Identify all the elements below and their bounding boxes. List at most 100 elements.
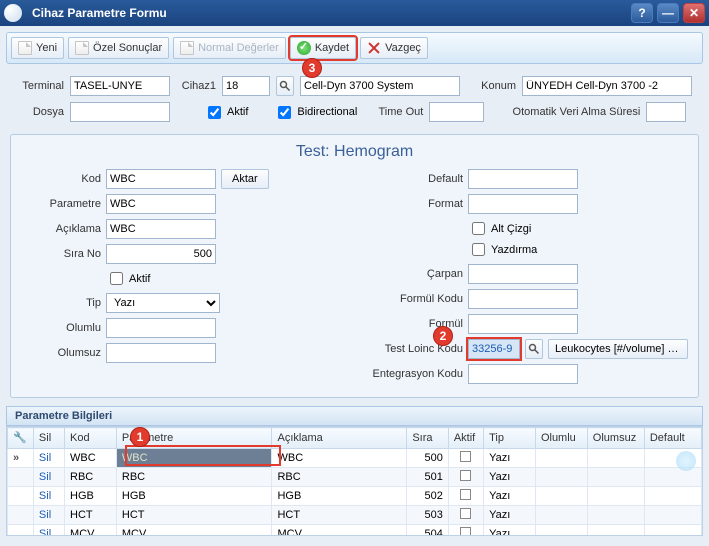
cell-kod[interactable]: RBC <box>65 468 117 487</box>
cell-kod[interactable]: HGB <box>65 487 117 506</box>
cell-default[interactable] <box>644 525 701 537</box>
vazgec-button[interactable]: Vazgeç <box>360 37 428 59</box>
bidirectional-checkbox[interactable]: Bidirectional <box>274 103 357 122</box>
cell-sil[interactable]: Sil <box>33 506 64 525</box>
cell-aktif[interactable] <box>448 487 483 506</box>
cell-tip[interactable]: Yazı <box>484 487 536 506</box>
cell-aciklama[interactable]: RBC <box>272 468 407 487</box>
entegrasyon-input[interactable] <box>468 364 578 384</box>
otomatik-input[interactable] <box>646 102 686 122</box>
cell-olumlu[interactable] <box>535 525 587 537</box>
close-button[interactable]: ✕ <box>683 3 705 23</box>
col-sil[interactable]: Sil <box>33 428 64 449</box>
olumsuz-input[interactable] <box>106 343 216 363</box>
cell-tip[interactable]: Yazı <box>484 449 536 468</box>
cell-kod[interactable]: HCT <box>65 506 117 525</box>
cell-sira[interactable]: 504 <box>407 525 448 537</box>
terminal-input[interactable] <box>70 76 170 96</box>
cell-olumlu[interactable] <box>535 449 587 468</box>
cell-param[interactable]: HGB <box>116 487 272 506</box>
kaydet-button[interactable]: Kaydet <box>290 37 356 59</box>
cell-olumsuz[interactable] <box>587 487 644 506</box>
cell-tip[interactable]: Yazı <box>484 525 536 537</box>
cell-aktif[interactable] <box>448 468 483 487</box>
parametre-grid[interactable]: 🔧 Sil Kod Parametre Açıklama Sıra Aktif … <box>6 426 703 536</box>
cell-aktif[interactable] <box>448 525 483 537</box>
table-row[interactable]: »SilWBCWBCWBC500Yazı <box>8 449 702 468</box>
altcizgi-checkbox[interactable]: Alt Çizgi <box>468 219 537 238</box>
ozel-sonuclar-button[interactable]: Özel Sonuçlar <box>68 37 169 59</box>
cell-olumsuz[interactable] <box>587 468 644 487</box>
col-sira[interactable]: Sıra <box>407 428 448 449</box>
cell-param[interactable]: WBC <box>116 449 272 468</box>
panel-aktif-checkbox[interactable]: Aktif <box>106 269 150 288</box>
col-tip[interactable]: Tip <box>484 428 536 449</box>
minimize-button[interactable]: — <box>657 3 679 23</box>
col-olumsuz[interactable]: Olumsuz <box>587 428 644 449</box>
cell-sira[interactable]: 503 <box>407 506 448 525</box>
cell-olumsuz[interactable] <box>587 525 644 537</box>
yazdirma-checkbox[interactable]: Yazdırma <box>468 240 537 259</box>
olumlu-input[interactable] <box>106 318 216 338</box>
cell-default[interactable] <box>644 506 701 525</box>
cell-sil[interactable]: Sil <box>33 468 64 487</box>
cell-tip[interactable]: Yazı <box>484 468 536 487</box>
formul-input[interactable] <box>468 314 578 334</box>
cell-aciklama[interactable]: MCV <box>272 525 407 537</box>
cell-olumsuz[interactable] <box>587 506 644 525</box>
cell-sira[interactable]: 501 <box>407 468 448 487</box>
cihaz-search-button[interactable] <box>276 76 294 96</box>
formulkodu-input[interactable] <box>468 289 578 309</box>
cell-sira[interactable]: 500 <box>407 449 448 468</box>
cell-kod[interactable]: WBC <box>65 449 117 468</box>
cell-kod[interactable]: MCV <box>65 525 117 537</box>
cell-aktif[interactable] <box>448 449 483 468</box>
yeni-button[interactable]: Yeni <box>11 37 64 59</box>
cell-olumlu[interactable] <box>535 506 587 525</box>
cell-sira[interactable]: 502 <box>407 487 448 506</box>
loinc-search-button[interactable] <box>525 339 543 359</box>
col-kod[interactable]: Kod <box>65 428 117 449</box>
tip-select[interactable]: Yazı <box>106 293 220 313</box>
cell-sil[interactable]: Sil <box>33 487 64 506</box>
col-aciklama[interactable]: Açıklama <box>272 428 407 449</box>
cell-param[interactable]: MCV <box>116 525 272 537</box>
cihaz1-input[interactable] <box>222 76 270 96</box>
cell-tip[interactable]: Yazı <box>484 506 536 525</box>
default-input[interactable] <box>468 169 578 189</box>
aciklama-input[interactable] <box>106 219 216 239</box>
aktif-checkbox[interactable]: Aktif <box>204 103 248 122</box>
cell-aciklama[interactable]: HGB <box>272 487 407 506</box>
cell-olumsuz[interactable] <box>587 449 644 468</box>
format-input[interactable] <box>468 194 578 214</box>
table-row[interactable]: SilHGBHGBHGB502Yazı <box>8 487 702 506</box>
cell-sil[interactable]: Sil <box>33 525 64 537</box>
kod-input[interactable] <box>106 169 216 189</box>
scroll-up-icon[interactable] <box>676 451 696 471</box>
col-olumlu[interactable]: Olumlu <box>535 428 587 449</box>
cihaz-desc-input[interactable] <box>300 76 460 96</box>
cell-sil[interactable]: Sil <box>33 449 64 468</box>
cell-aciklama[interactable]: WBC <box>272 449 407 468</box>
cell-default[interactable] <box>644 468 701 487</box>
cell-olumlu[interactable] <box>535 487 587 506</box>
table-row[interactable]: SilRBCRBCRBC501Yazı <box>8 468 702 487</box>
cell-aciklama[interactable]: HCT <box>272 506 407 525</box>
timeout-input[interactable] <box>429 102 484 122</box>
cell-olumlu[interactable] <box>535 468 587 487</box>
param-input[interactable] <box>106 194 216 214</box>
cell-aktif[interactable] <box>448 506 483 525</box>
konum-input[interactable] <box>522 76 692 96</box>
table-row[interactable]: SilMCVMCVMCV504Yazı <box>8 525 702 537</box>
sirano-input[interactable] <box>106 244 216 264</box>
dosya-input[interactable] <box>70 102 170 122</box>
col-default[interactable]: Default <box>644 428 701 449</box>
loinc-desc-button[interactable]: Leukocytes [#/volume] corr... <box>548 339 688 359</box>
carpan-input[interactable] <box>468 264 578 284</box>
help-button[interactable]: ? <box>631 3 653 23</box>
loinc-input[interactable] <box>468 339 520 359</box>
table-row[interactable]: SilHCTHCTHCT503Yazı <box>8 506 702 525</box>
cell-default[interactable] <box>644 487 701 506</box>
aktar-button[interactable]: Aktar <box>221 169 269 189</box>
cell-param[interactable]: RBC <box>116 468 272 487</box>
